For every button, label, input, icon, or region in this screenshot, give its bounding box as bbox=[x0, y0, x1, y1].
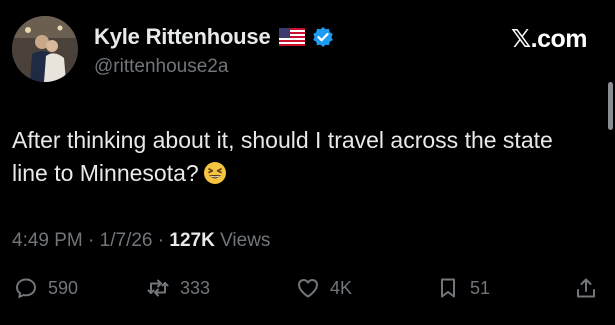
grinning-squinting-face-icon bbox=[203, 161, 227, 185]
share-button[interactable] bbox=[574, 276, 598, 300]
brand-logo: 𝕏.com bbox=[510, 24, 588, 54]
views-count: 127K bbox=[169, 230, 215, 251]
repost-icon bbox=[147, 279, 169, 297]
timestamp-date[interactable]: 1/7/26 bbox=[100, 230, 153, 251]
share-icon bbox=[577, 278, 595, 298]
like-count: 4K bbox=[330, 277, 353, 298]
display-name[interactable]: Kyle Rittenhouse bbox=[94, 24, 271, 50]
heart-icon bbox=[298, 279, 318, 298]
bookmark-button[interactable]: 51 bbox=[436, 276, 490, 300]
tweet-body: After thinking about it, should I travel… bbox=[12, 127, 553, 186]
action-bar: 590 333 4K 51 bbox=[0, 276, 615, 310]
repost-button[interactable]: 333 bbox=[146, 276, 210, 300]
brand-suffix: .com bbox=[530, 25, 588, 53]
like-button[interactable]: 4K bbox=[296, 276, 352, 300]
reply-icon bbox=[16, 278, 36, 298]
scrollbar[interactable] bbox=[608, 82, 613, 130]
bookmark-count: 51 bbox=[470, 277, 491, 298]
reply-count: 590 bbox=[48, 277, 79, 298]
meta-separator: · bbox=[152, 230, 170, 251]
user-handle[interactable]: @rittenhouse2a bbox=[94, 56, 228, 78]
verified-badge-icon[interactable] bbox=[312, 26, 334, 48]
tweet-text: After thinking about it, should I travel… bbox=[12, 124, 572, 190]
tweet-meta: 4:49 PM · 1/7/26 · 127K Views bbox=[12, 230, 270, 252]
x-logo-icon: 𝕏 bbox=[510, 24, 531, 53]
timestamp-time[interactable]: 4:49 PM bbox=[12, 230, 83, 251]
meta-separator: · bbox=[82, 230, 100, 251]
avatar[interactable] bbox=[12, 16, 78, 82]
reply-button[interactable]: 590 bbox=[14, 276, 78, 300]
repost-count: 333 bbox=[180, 277, 211, 298]
views-label: Views bbox=[214, 230, 271, 251]
us-flag-icon bbox=[278, 28, 305, 46]
name-row: Kyle Rittenhouse bbox=[94, 24, 334, 50]
bookmark-icon bbox=[441, 278, 455, 298]
